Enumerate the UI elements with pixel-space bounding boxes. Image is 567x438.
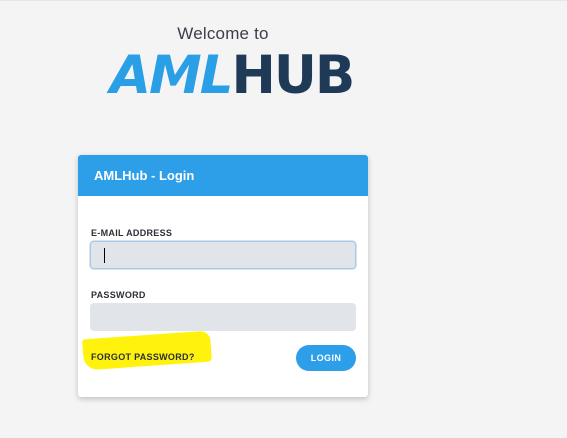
password-field[interactable] — [90, 303, 356, 331]
login-card-title: AMLHub - Login — [78, 155, 368, 196]
yellow-highlight-mark — [82, 330, 212, 371]
login-button[interactable]: LOGIN — [296, 345, 356, 371]
forgot-password-link[interactable]: FORGOT PASSWORD? — [91, 352, 195, 362]
password-label: PASSWORD — [91, 290, 146, 300]
email-field[interactable] — [90, 241, 356, 269]
logo-aml-text: AML — [110, 45, 234, 106]
top-divider — [0, 0, 567, 1]
login-card: AMLHub - Login E-MAIL ADDRESS PASSWORD F… — [78, 155, 368, 397]
email-label: E-MAIL ADDRESS — [91, 228, 173, 238]
logo-hub-text: HUB — [231, 45, 356, 106]
text-caret — [104, 248, 105, 263]
welcome-text: Welcome to — [177, 24, 269, 43]
amlhub-logo: AMLHUB — [110, 45, 356, 106]
